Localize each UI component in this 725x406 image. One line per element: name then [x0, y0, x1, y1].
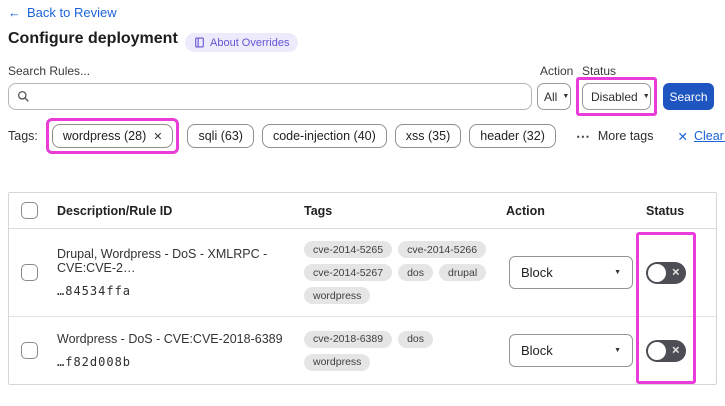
rule-tag-chip: cve-2014-5265	[304, 241, 393, 258]
action-select[interactable]: Block ▼	[509, 334, 633, 367]
action-select-value: All	[544, 89, 558, 104]
action-select-value: Block	[521, 343, 553, 358]
rule-description: Wordpress - DoS - CVE:CVE-2018-6389	[57, 332, 283, 346]
toggle-knob	[648, 341, 666, 360]
status-select-value: Disabled	[591, 89, 638, 104]
back-link-label: Back to Review	[27, 5, 117, 20]
search-input[interactable]	[36, 89, 523, 104]
select-all-checkbox[interactable]	[21, 202, 38, 219]
more-tags-label: More tags	[597, 129, 654, 143]
rule-description: Drupal, Wordpress - DoS - XMLRPC - CVE:C…	[57, 247, 268, 275]
clear-tags-label: Clear tags	[693, 129, 725, 143]
more-tags-button[interactable]: ⋯ More tags	[576, 128, 654, 145]
row-checkbox[interactable]	[21, 264, 38, 281]
chevron-down-icon: ▼	[614, 347, 621, 354]
rule-tag-chip: dos	[398, 330, 433, 348]
search-rules-field[interactable]	[8, 83, 532, 110]
tag-pill-sqli[interactable]: sqli (63)	[187, 124, 254, 148]
column-header-action: Action	[506, 203, 545, 218]
ellipsis-icon: ⋯	[575, 127, 591, 144]
rule-tag-chip: drupal	[439, 264, 487, 281]
rule-tag-chip: cve-2014-5266	[398, 241, 487, 258]
rule-id: …f82d008b	[57, 355, 132, 369]
search-rules-label: Search Rules...	[8, 64, 91, 78]
search-button[interactable]: Search	[663, 83, 714, 110]
rule-tag-chip: cve-2018-6389	[304, 330, 393, 348]
clear-tags-button[interactable]: ✕ Clear tags	[677, 129, 725, 144]
column-header-status: Status	[646, 203, 685, 218]
toggle-x-icon: ✕	[671, 267, 680, 278]
table-header-row: Description/Rule ID Tags Action Status	[9, 193, 716, 229]
status-filter-select[interactable]: Disabled ▼	[582, 83, 651, 110]
chevron-down-icon: ▼	[562, 93, 570, 100]
search-icon	[17, 90, 30, 103]
page-title: Configure deployment	[8, 30, 178, 47]
rules-table: Description/Rule ID Tags Action Status D…	[8, 192, 717, 385]
about-overrides-badge[interactable]: About Overrides	[185, 33, 299, 52]
column-header-description: Description/Rule ID	[57, 203, 173, 218]
back-arrow-icon: ←	[8, 5, 21, 20]
column-header-tags: Tags	[304, 203, 333, 218]
tag-pill-label: xss (35)	[405, 129, 451, 143]
close-icon: ✕	[677, 129, 688, 144]
tag-pill-label: wordpress (28)	[62, 129, 147, 143]
toggle-x-icon: ✕	[671, 345, 680, 356]
tag-pill-header[interactable]: header (32)	[469, 124, 556, 148]
rule-tag-chip: cve-2014-5267	[304, 264, 393, 281]
table-row: Drupal, Wordpress - DoS - XMLRPC - CVE:C…	[9, 229, 716, 317]
rule-id: …84534ffa	[57, 284, 132, 298]
back-to-review-link[interactable]: ← Back to Review	[8, 5, 117, 20]
chevron-down-icon: ▼	[614, 269, 621, 276]
rule-tag-chip: wordpress	[304, 353, 371, 371]
chevron-down-icon: ▼	[642, 93, 650, 100]
remove-tag-icon[interactable]: ✕	[153, 130, 162, 143]
tag-pill-xss[interactable]: xss (35)	[394, 124, 462, 148]
tag-pill-label: sqli (63)	[198, 129, 243, 143]
tag-pill-code-injection[interactable]: code-injection (40)	[261, 124, 387, 148]
table-row: Wordpress - DoS - CVE:CVE-2018-6389 …f82…	[9, 317, 716, 384]
tag-pill-label: header (32)	[480, 129, 545, 143]
status-toggle[interactable]: ✕	[646, 261, 686, 284]
tag-pill-label: code-injection (40)	[272, 129, 376, 143]
tags-label: Tags:	[8, 129, 38, 143]
action-select[interactable]: Block ▼	[509, 256, 633, 289]
selected-tag-highlight-annotation: wordpress (28) ✕	[45, 118, 180, 154]
row-checkbox[interactable]	[21, 342, 38, 359]
status-label: Status	[582, 64, 617, 78]
action-filter-select[interactable]: All ▼	[537, 83, 571, 110]
toggle-knob	[648, 263, 666, 282]
book-icon	[194, 37, 205, 48]
rule-tag-chip: wordpress	[304, 287, 371, 304]
status-toggle[interactable]: ✕	[646, 339, 686, 362]
tag-pill-wordpress[interactable]: wordpress (28) ✕	[51, 124, 174, 148]
about-badge-label: About Overrides	[210, 36, 290, 49]
rule-tag-chip: dos	[398, 264, 433, 281]
action-select-value: Block	[521, 265, 553, 280]
action-label: Action	[540, 64, 574, 78]
tags-bar: Tags: wordpress (28) ✕ sqli (63) code-in…	[8, 118, 725, 154]
configure-deployment-page: ← Back to Review Configure deployment Ab…	[0, 0, 725, 406]
